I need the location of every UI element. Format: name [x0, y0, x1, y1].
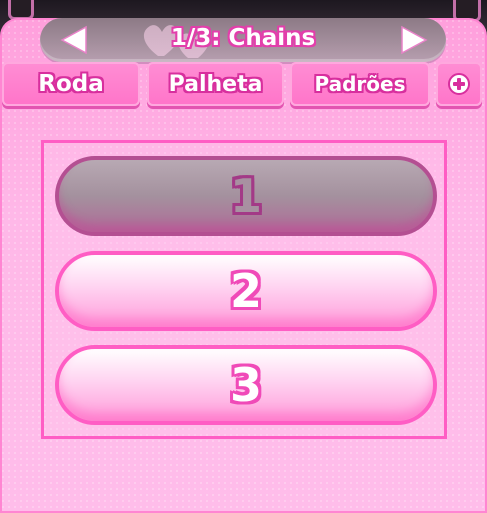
tab-roda[interactable]: Roda — [2, 62, 140, 106]
chain-slot-list: 1 2 3 — [41, 140, 447, 439]
tab-palheta[interactable]: Palheta — [147, 62, 284, 106]
plus-icon — [448, 73, 470, 95]
tab-padroes[interactable]: Padrões — [290, 62, 430, 106]
slot-1-button[interactable]: 1 — [55, 156, 437, 236]
slot-3-button[interactable]: 3 — [55, 345, 437, 425]
background-decoration — [8, 0, 34, 20]
game-screen: 1/3: Chains Roda Palheta Padrões 1 2 3 — [0, 0, 487, 513]
next-page-button[interactable] — [398, 24, 430, 56]
page-selector: 1/3: Chains — [40, 18, 446, 62]
add-tab-button[interactable] — [436, 62, 482, 106]
page-title: 1/3: Chains — [170, 25, 316, 51]
slot-2-button[interactable]: 2 — [55, 251, 437, 331]
